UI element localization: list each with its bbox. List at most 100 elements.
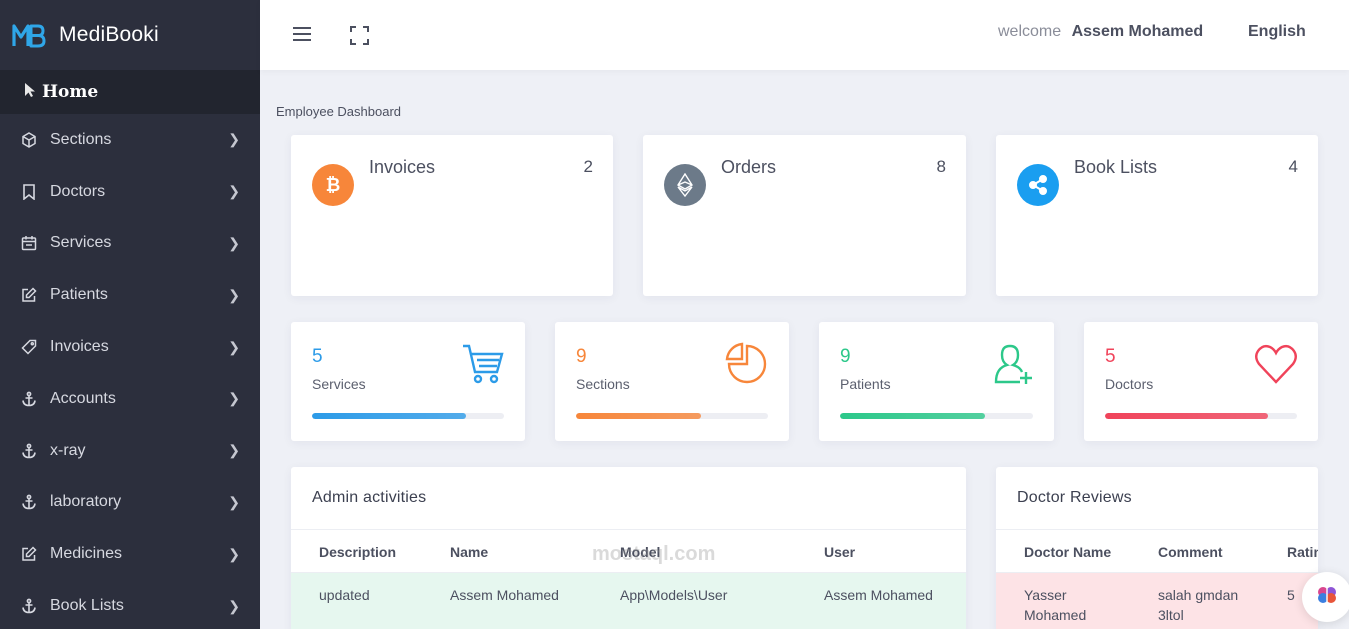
sidebar-item-label: Home <box>42 82 99 102</box>
hamburger-menu-icon[interactable] <box>292 26 312 42</box>
stat-value: 9 <box>840 346 851 367</box>
sidebar-item-accounts[interactable]: Accounts ❯ <box>0 373 260 425</box>
welcome-prefix: welcome <box>998 23 1062 40</box>
doctor-reviews-panel: Doctor Reviews Doctor Name Comment Ratin… <box>996 467 1318 629</box>
breadcrumb: Employee Dashboard <box>276 104 402 119</box>
table-cell: updated <box>319 587 370 603</box>
user-name: Assem Mohamed <box>1071 23 1204 40</box>
stat-value: 9 <box>576 346 587 367</box>
stat-label: Doctors <box>1105 376 1154 392</box>
table-cell: Assem Mohamed <box>824 587 933 603</box>
sidebar-item-label: laboratory <box>50 493 122 511</box>
card-count: 4 <box>1288 157 1298 176</box>
column-header[interactable]: Ratin <box>1287 544 1318 560</box>
assistant-button[interactable] <box>1302 572 1349 622</box>
chevron-right-icon: ❯ <box>228 286 240 303</box>
cube-icon <box>20 131 38 149</box>
card-title: Book Lists <box>1074 157 1158 177</box>
sidebar-item-x-ray[interactable]: x-ray ❯ <box>0 425 260 477</box>
progress-fill <box>840 413 985 419</box>
chevron-right-icon: ❯ <box>228 234 240 251</box>
heart-icon <box>1254 342 1298 386</box>
chevron-right-icon: ❯ <box>228 545 240 562</box>
ethereum-icon <box>664 164 706 206</box>
column-header[interactable]: Doctor Name <box>1024 544 1111 560</box>
ripple-icon <box>1017 164 1059 206</box>
progress-fill <box>1105 413 1269 419</box>
sidebar-item-sections[interactable]: Sections ❯ <box>0 114 260 166</box>
sidebar-item-label: x-ray <box>50 441 86 459</box>
table-header: Doctor Name Comment Ratin <box>996 529 1318 573</box>
doctors-stat-card[interactable]: 5 Doctors <box>1084 322 1318 441</box>
sidebar-item-medicines[interactable]: Medicines ❯ <box>0 528 260 580</box>
card-title: Invoices <box>369 157 436 177</box>
anchor-icon <box>20 597 38 615</box>
sidebar-item-doctors[interactable]: Doctors ❯ <box>0 166 260 218</box>
column-header[interactable]: Name <box>450 544 488 560</box>
sidebar-item-label: Doctors <box>50 182 106 200</box>
chevron-right-icon: ❯ <box>228 338 240 355</box>
column-header[interactable]: Comment <box>1158 544 1223 560</box>
progress-track <box>312 413 504 419</box>
progress-fill <box>312 413 466 419</box>
orders-card[interactable]: Orders 8 <box>643 135 966 296</box>
calendar-icon <box>20 234 38 252</box>
stat-value: 5 <box>1105 346 1116 367</box>
card-count: 8 <box>936 157 946 176</box>
services-stat-card[interactable]: 5 Services <box>291 322 525 441</box>
welcome-message[interactable]: welcome Assem Mohamed <box>998 23 1203 41</box>
chevron-right-icon: ❯ <box>228 597 240 614</box>
sidebar-item-label: Medicines <box>50 545 123 563</box>
svg-text:₿: ₿ <box>326 175 341 196</box>
chevron-right-icon: ❯ <box>228 442 240 459</box>
anchor-icon <box>20 442 38 460</box>
column-header[interactable]: Description <box>319 544 396 560</box>
cart-icon <box>461 342 505 386</box>
pie-chart-icon <box>725 342 769 386</box>
stat-label: Services <box>312 376 366 392</box>
chevron-right-icon: ❯ <box>228 183 240 200</box>
brain-icon <box>1315 583 1339 612</box>
fullscreen-icon[interactable] <box>350 26 369 45</box>
top-header: welcome Assem Mohamed English <box>260 0 1349 70</box>
sidebar-item-patients[interactable]: Patients ❯ <box>0 269 260 321</box>
sidebar-item-book-lists[interactable]: Book Lists ❯ <box>0 580 260 629</box>
sidebar-item-laboratory[interactable]: laboratory ❯ <box>0 477 260 529</box>
patients-stat-card[interactable]: 9 Patients <box>819 322 1054 441</box>
table-row[interactable]: updated Assem Mohamed App\Models\User As… <box>291 573 966 629</box>
column-header[interactable]: User <box>824 544 855 560</box>
sections-stat-card[interactable]: 9 Sections <box>555 322 789 441</box>
progress-track <box>840 413 1033 419</box>
language-selector[interactable]: English <box>1248 23 1306 41</box>
table-cell: App\Models\User <box>620 587 728 603</box>
sidebar-item-label: Sections <box>50 130 112 148</box>
brand-name: MediBooki <box>59 23 159 46</box>
sidebar-item-home[interactable]: Home <box>0 70 260 114</box>
card-title: Orders <box>721 157 777 177</box>
brand[interactable]: MediBooki <box>0 0 260 70</box>
sidebar-menu: Sections ❯ Doctors ❯ Services ❯ Patients… <box>0 114 260 629</box>
edit-icon <box>20 286 38 304</box>
stat-label: Patients <box>840 376 891 392</box>
bitcoin-icon: ₿ <box>312 164 354 206</box>
chevron-right-icon: ❯ <box>228 390 240 407</box>
sidebar-item-label: Accounts <box>50 389 116 407</box>
table-cell: salah gmdan 3ltol <box>1158 587 1239 623</box>
card-count: 2 <box>583 157 593 176</box>
edit-icon <box>20 545 38 563</box>
invoices-card[interactable]: ₿ Invoices 2 <box>291 135 613 296</box>
table-row[interactable]: Yasser Mohamed salah gmdan 3ltol 5 <box>996 573 1318 629</box>
anchor-icon <box>20 390 38 408</box>
table-cell: 5 <box>1287 587 1295 603</box>
sidebar: MediBooki Home Sections ❯ Doctors ❯ Serv… <box>0 0 260 629</box>
user-plus-icon <box>990 342 1034 386</box>
sidebar-item-invoices[interactable]: Invoices ❯ <box>0 321 260 373</box>
stat-value: 5 <box>312 346 323 367</box>
book-lists-card[interactable]: Book Lists 4 <box>996 135 1318 296</box>
medibooki-logo-icon <box>12 22 46 48</box>
anchor-icon <box>20 493 38 511</box>
progress-fill <box>576 413 701 419</box>
sidebar-item-label: Services <box>50 234 112 252</box>
sidebar-item-services[interactable]: Services ❯ <box>0 218 260 270</box>
sidebar-item-label: Patients <box>50 286 108 304</box>
